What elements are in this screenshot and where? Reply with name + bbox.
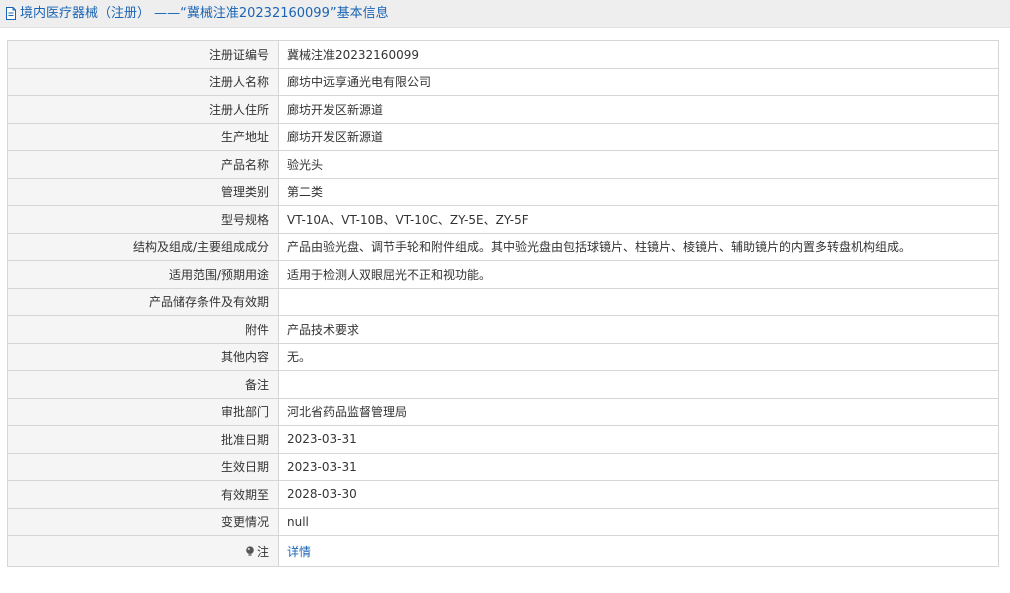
row-value: 2028-03-30 bbox=[278, 480, 999, 509]
row-value: 产品技术要求 bbox=[278, 315, 999, 344]
table-row: 其他内容 无。 bbox=[7, 342, 999, 371]
table-row: 有效期至 2028-03-30 bbox=[7, 480, 999, 509]
row-label: 生效日期 bbox=[7, 452, 279, 481]
row-label: 产品储存条件及有效期 bbox=[7, 287, 279, 316]
row-value: 适用于检测人双眼屈光不正和视功能。 bbox=[278, 260, 999, 289]
row-value: VT-10A、VT-10B、VT-10C、ZY-5E、ZY-5F bbox=[278, 205, 999, 234]
row-value: 验光头 bbox=[278, 150, 999, 179]
row-value: null bbox=[278, 507, 999, 536]
table-row: 注册人住所 廊坊开发区新源道 bbox=[7, 95, 999, 124]
table-row: 生产地址 廊坊开发区新源道 bbox=[7, 122, 999, 151]
row-value: 无。 bbox=[278, 342, 999, 371]
row-label: 审批部门 bbox=[7, 397, 279, 426]
table-row: 生效日期 2023-03-31 bbox=[7, 452, 999, 481]
table-row: 管理类别 第二类 bbox=[7, 177, 999, 206]
row-label: 附件 bbox=[7, 315, 279, 344]
note-label: 注 bbox=[245, 543, 269, 560]
table-row: 注册证编号 冀械注准20232160099 bbox=[7, 40, 999, 69]
note-label-text: 注 bbox=[256, 544, 269, 559]
info-table-body: 注册证编号 冀械注准20232160099 注册人名称 廊坊中远享通光电有限公司… bbox=[7, 40, 999, 567]
row-value: 廊坊开发区新源道 bbox=[278, 122, 999, 151]
row-value: 河北省药品监督管理局 bbox=[278, 397, 999, 426]
row-value: 冀械注准20232160099 bbox=[278, 40, 999, 69]
row-label: 注册人名称 bbox=[7, 67, 279, 96]
row-value bbox=[278, 370, 999, 399]
table-row: 产品储存条件及有效期 bbox=[7, 287, 999, 316]
table-row: 结构及组成/主要组成成分 产品由验光盘、调节手轮和附件组成。其中验光盘由包括球镜… bbox=[7, 232, 999, 261]
table-row: 适用范围/预期用途 适用于检测人双眼屈光不正和视功能。 bbox=[7, 260, 999, 289]
row-label: 管理类别 bbox=[7, 177, 279, 206]
row-value: 廊坊中远享通光电有限公司 bbox=[278, 67, 999, 96]
row-value: 2023-03-31 bbox=[278, 452, 999, 481]
table-row: 型号规格 VT-10A、VT-10B、VT-10C、ZY-5E、ZY-5F bbox=[7, 205, 999, 234]
table-row: 变更情况 null bbox=[7, 507, 999, 536]
row-label: 变更情况 bbox=[7, 507, 279, 536]
document-icon bbox=[6, 7, 16, 20]
row-label: 注册人住所 bbox=[7, 95, 279, 124]
row-value: 产品由验光盘、调节手轮和附件组成。其中验光盘由包括球镜片、柱镜片、棱镜片、辅助镜… bbox=[278, 232, 999, 261]
row-label: 适用范围/预期用途 bbox=[7, 260, 279, 289]
note-row: 注 详情 bbox=[7, 535, 999, 567]
page-title: 境内医疗器械（注册） ——“冀械注准20232160099”基本信息 bbox=[20, 5, 389, 21]
table-row: 备注 bbox=[7, 370, 999, 399]
detail-link[interactable]: 详情 bbox=[287, 545, 311, 559]
table-row: 批准日期 2023-03-31 bbox=[7, 425, 999, 454]
table-row: 产品名称 验光头 bbox=[7, 150, 999, 179]
row-label: 有效期至 bbox=[7, 480, 279, 509]
table-row: 附件 产品技术要求 bbox=[7, 315, 999, 344]
row-label: 型号规格 bbox=[7, 205, 279, 234]
table-row: 审批部门 河北省药品监督管理局 bbox=[7, 397, 999, 426]
row-label: 其他内容 bbox=[7, 342, 279, 371]
row-label: 结构及组成/主要组成成分 bbox=[7, 232, 279, 261]
row-value: 廊坊开发区新源道 bbox=[278, 95, 999, 124]
lightbulb-icon bbox=[246, 545, 254, 556]
row-value: 2023-03-31 bbox=[278, 425, 999, 454]
note-value-cell: 详情 bbox=[278, 535, 999, 567]
row-label: 备注 bbox=[7, 370, 279, 399]
table-row: 注册人名称 廊坊中远享通光电有限公司 bbox=[7, 67, 999, 96]
page-title-bar: 境内医疗器械（注册） ——“冀械注准20232160099”基本信息 bbox=[0, 0, 1010, 28]
row-label: 注册证编号 bbox=[7, 40, 279, 69]
row-label: 批准日期 bbox=[7, 425, 279, 454]
row-label: 生产地址 bbox=[7, 122, 279, 151]
row-label: 产品名称 bbox=[7, 150, 279, 179]
row-value: 第二类 bbox=[278, 177, 999, 206]
row-value bbox=[278, 287, 999, 316]
registration-info-table: 注册证编号 冀械注准20232160099 注册人名称 廊坊中远享通光电有限公司… bbox=[7, 40, 999, 567]
note-label-cell: 注 bbox=[7, 535, 279, 567]
